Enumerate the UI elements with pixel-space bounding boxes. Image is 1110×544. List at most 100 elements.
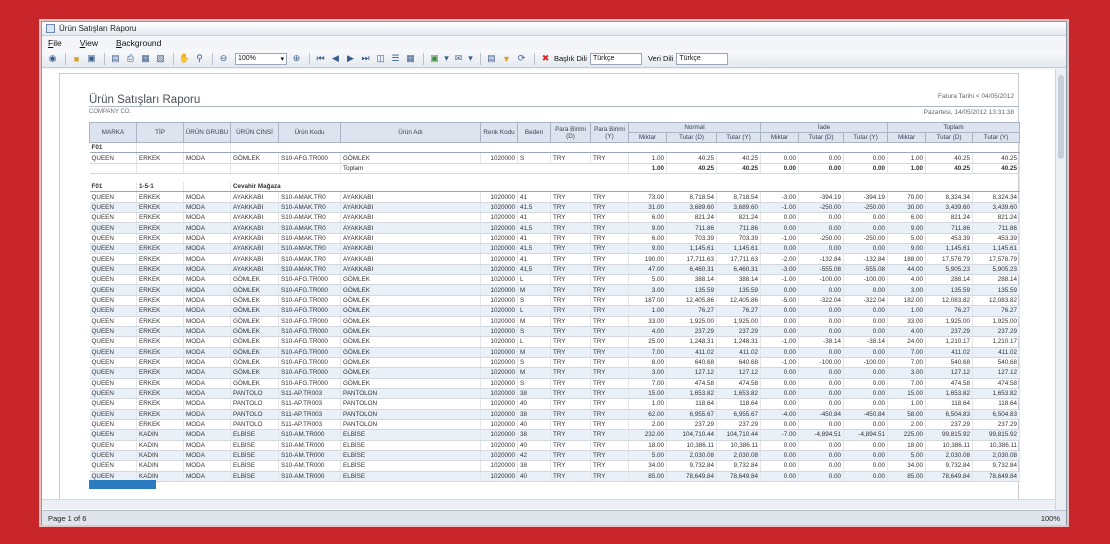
table-cell: 17,578.79 [925,253,974,265]
table-cell: GÖMLEK [340,347,481,358]
table-row[interactable]: QUEEN ERKEK MODA GÖMLEK S10-AFG.TR000 GÖMLEK 1… [89,152,1021,164]
parameters-icon[interactable]: ▼ [500,52,513,65]
table-cell: 0.00 [760,450,799,462]
chevron-down-icon[interactable]: ▾ [443,52,450,65]
chevron-down-icon[interactable]: ▾ [467,52,474,65]
table-row[interactable]: QUEEN ERKEK MODA GÖMLEK S10-AFG.TR000 GÖMLEK 1… [89,326,1021,338]
table-row[interactable]: QUEEN ERKEK MODA AYAKKABI S10-AMAK.TR0 AYAKKA… [89,243,1021,255]
page-setup-icon[interactable]: ▧ [154,52,167,65]
table-cell: GÖMLEK [340,316,481,327]
export-dropdown-icon[interactable]: ▣ [428,52,441,65]
table-row[interactable]: QUEEN ERKEK MODA AYAKKABI S10-AMAK.TR0 AYAKKA… [89,264,1021,276]
thumbnails-icon[interactable]: ▦ [404,52,417,65]
data-language-field[interactable]: Türkçe [676,52,729,65]
email-icon[interactable]: ✉ [452,52,465,65]
table-cell: AYAKKABI [230,253,279,265]
table-row[interactable]: QUEEN ERKEK MODA GÖMLEK S10-AFG.TR000 GÖMLEK 1… [89,357,1021,369]
table-row[interactable]: QUEEN ERKEK MODA AYAKKABI S10-AMAK.TR0 AYAKKA… [89,233,1021,245]
table-cell: PANTOLO [230,419,279,431]
table-row[interactable]: QUEEN KADIN MODA ELBİSE S10-AM.TR000 ELBİSE 10… [89,440,1021,451]
first-page-icon[interactable]: ⏮ [314,52,327,65]
document-map-icon[interactable]: ☰ [389,52,402,65]
table-cell: MODA [183,191,231,203]
open-folder-icon[interactable]: ■ [70,52,83,65]
table-cell: 1020000 [480,429,518,441]
table-cell: -38.14 [843,336,889,348]
column-header: TİP [136,122,184,143]
table-row[interactable]: QUEEN ERKEK MODA GÖMLEK S10-AFG.TR000 GÖMLEK 1… [89,284,1021,296]
table-row[interactable]: QUEEN KADIN MODA ELBİSE S10-AM.TR000 ELBİSE 10… [89,450,1021,462]
table-row[interactable]: QUEEN ERKEK MODA AYAKKABI S10-AMAK.TR0 AYAKKA… [89,202,1021,214]
next-page-icon[interactable]: ▶ [344,52,357,65]
table-cell: 78,649.84 [925,471,974,483]
table-cell: 0.00 [843,222,889,234]
table-cell: QUEEN [89,152,137,164]
table-cell: AYAKKABI [230,233,279,245]
zoom-in-icon[interactable]: ⊕ [290,52,303,65]
hand-tool-icon[interactable]: ✋ [178,52,191,65]
zoom-out-icon[interactable]: ⊖ [217,52,230,65]
table-cell: 0.00 [843,440,889,451]
magnifier-icon[interactable]: ⚲ [193,52,206,65]
table-row[interactable]: QUEEN ERKEK MODA GÖMLEK S10-AFG.TR000 GÖMLEK 1… [89,305,1021,317]
table-row[interactable]: QUEEN ERKEK MODA AYAKKABI S10-AMAK.TR0 AYAKKA… [89,191,1021,203]
table-cell: 104,710.44 [716,429,761,441]
watermark-icon[interactable]: ▤ [485,52,498,65]
table-cell: 0.00 [760,388,799,400]
table-cell: TRY [550,222,591,234]
table-cell: MODA [183,336,231,348]
table-cell: GÖMLEK [340,367,481,379]
column-subheader: Tutar (D) [798,132,844,143]
refresh-icon[interactable]: ⟳ [515,52,528,65]
table-cell: S11-AP.TR003 [278,398,341,410]
table-row[interactable]: QUEEN ERKEK MODA GÖMLEK S10-AFG.TR000 GÖMLEK 1… [89,274,1021,286]
table-row[interactable]: QUEEN ERKEK MODA PANTOLO S11-AP.TR003 PANTOLO… [89,398,1021,410]
save-icon[interactable]: ▣ [85,52,98,65]
table-row[interactable]: QUEEN ERKEK MODA PANTOLO S11-AP.TR003 PANTOLO… [89,388,1021,400]
table-cell: 0.00 [798,440,844,451]
table-cell: QUEEN [89,388,137,400]
table-cell: 187.00 [628,295,667,307]
export-icon[interactable]: ▤ [109,52,122,65]
table-row[interactable]: QUEEN ERKEK MODA GÖMLEK S10-AFG.TR000 GÖMLEK 1… [89,367,1021,379]
table-row[interactable]: QUEEN KADIN MODA ELBİSE S10-AM.TR000 ELBİSE 10… [89,429,1021,441]
print-preview-icon[interactable]: ▦ [139,52,152,65]
table-cell: 4.00 [887,326,927,338]
prev-page-icon[interactable]: ◀ [329,52,342,65]
group-store [230,142,1021,154]
table-row[interactable]: QUEEN ERKEK MODA GÖMLEK S10-AFG.TR000 GÖMLEK 1… [89,347,1021,358]
horizontal-scrollbar[interactable] [42,499,1055,509]
print-icon[interactable]: ⎙ [124,52,137,65]
table-row[interactable]: QUEEN ERKEK MODA PANTOLO S11-AP.TR003 PANTOLO… [89,409,1021,420]
table-cell: ELBİSE [340,460,481,472]
table-cell: 1020000 [480,398,518,410]
table-row[interactable]: QUEEN KADIN MODA ELBİSE S10-AM.TR000 ELBİSE 10… [89,471,1021,483]
table-cell: GÖMLEK [230,305,279,317]
menu-label: iew [85,38,99,48]
table-row[interactable]: QUEEN ERKEK MODA GÖMLEK S10-AFG.TR000 GÖMLEK 1… [89,295,1021,307]
zoom-select[interactable]: 100% ▾ [235,52,287,65]
table-cell: TRY [590,398,629,410]
table-row[interactable]: QUEEN KADIN MODA ELBİSE S10-AM.TR000 ELBİSE 10… [89,460,1021,472]
table-row[interactable]: QUEEN ERKEK MODA AYAKKABI S10-AMAK.TR0 AYAKKA… [89,222,1021,234]
multi-page-icon[interactable]: ◫ [374,52,387,65]
vertical-scrollbar[interactable] [1055,69,1066,513]
binoculars-icon[interactable]: ◉ [46,52,59,65]
report-viewport[interactable]: Ürün Satışları Raporu COMPANY CO. Fatura… [42,69,1055,513]
table-row[interactable]: QUEEN ERKEK MODA GÖMLEK S10-AFG.TR000 GÖMLEK 1… [89,378,1021,389]
table-row[interactable]: QUEEN ERKEK MODA GÖMLEK S10-AFG.TR000 GÖMLEK 1… [89,316,1021,327]
table-cell: -4,894.51 [798,429,844,441]
scroll-thumb[interactable] [1058,75,1064,159]
table-cell: ELBİSE [230,460,279,472]
stop-icon[interactable]: ✖ [539,52,552,65]
table-row[interactable]: QUEEN ERKEK MODA AYAKKABI S10-AMAK.TR0 AYAKKA… [89,212,1021,224]
table-row[interactable]: QUEEN ERKEK MODA AYAKKABI S10-AMAK.TR0 AYAKKA… [89,253,1021,265]
table-row[interactable]: QUEEN ERKEK MODA PANTOLO S11-AP.TR003 PANTOLO… [89,419,1021,431]
menu-item[interactable]: View [80,38,107,48]
header-language-field[interactable]: Türkçe [589,52,642,65]
menu-item[interactable]: File [48,38,71,48]
menu-item[interactable]: Background [116,38,170,48]
last-page-icon[interactable]: ⏭ [359,52,372,65]
table-cell: PANTOLON [340,419,481,431]
table-row[interactable]: QUEEN ERKEK MODA GÖMLEK S10-AFG.TR000 GÖMLEK 1… [89,336,1021,348]
